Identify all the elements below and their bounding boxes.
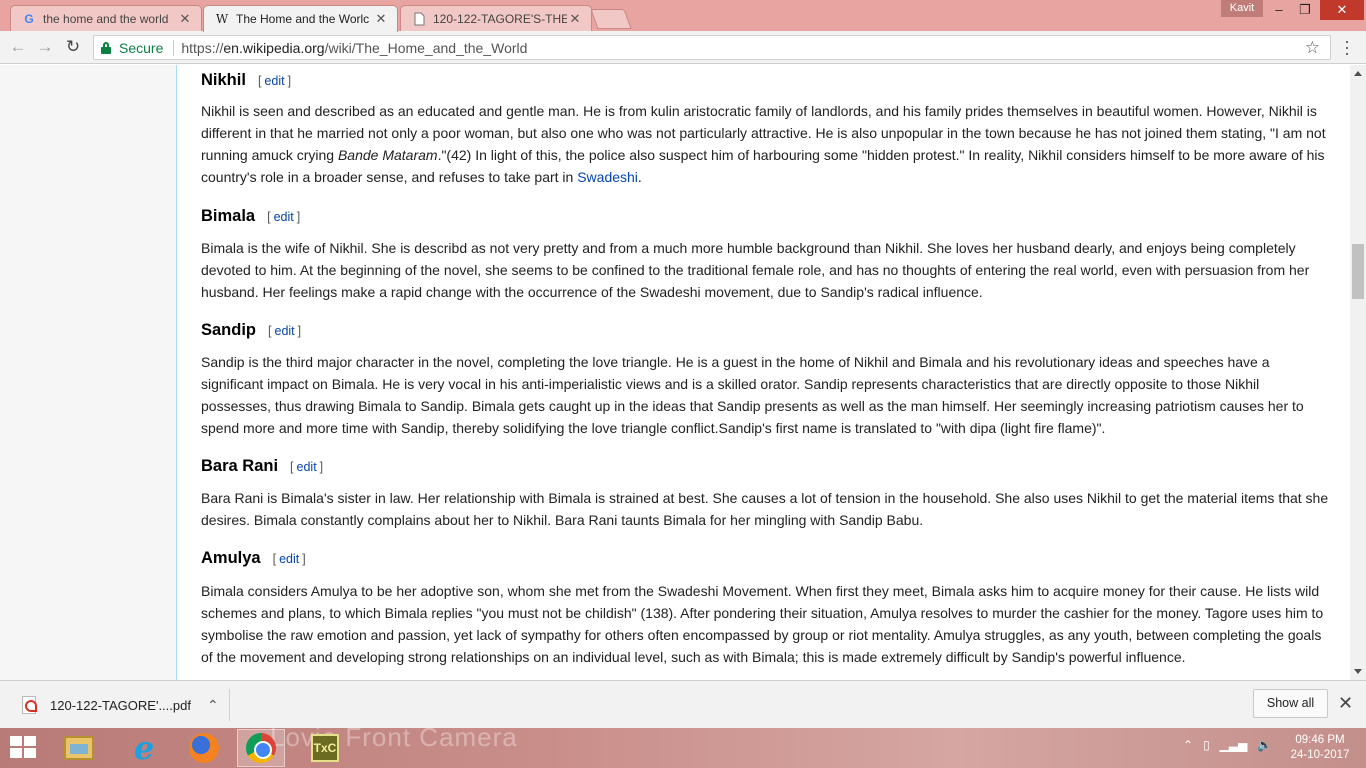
chevron-up-icon[interactable]: ⌃ [207,697,219,714]
close-window-icon[interactable]: ✕ [1320,0,1364,20]
close-tab-icon[interactable]: ✕ [373,11,389,27]
back-arrow-icon[interactable]: ← [7,37,29,59]
file-explorer-icon[interactable] [55,729,103,767]
edit-link[interactable]: [edit] [258,74,291,88]
edit-link[interactable]: [edit] [267,210,300,224]
swadeshi-link[interactable]: Swadeshi [577,169,638,185]
windows-taskbar: Lovie Front Camera e TxC ⌃ ▯ ▁▃▅ 🔈 09:46… [0,722,1366,768]
document-icon [411,11,427,27]
windows-start-icon[interactable] [10,736,38,760]
tab-pdf-document[interactable]: 120-122-TAGORE'S-THE- ✕ [400,5,592,31]
signal-icon[interactable]: ▁▃▅ [1220,738,1248,752]
pdf-file-icon [22,696,37,714]
edit-link[interactable]: [edit] [290,460,323,474]
scrollbar-thumb[interactable] [1352,244,1364,299]
tab-title: The Home and the Worlc [236,12,370,26]
internet-explorer-icon[interactable]: e [120,729,168,767]
lock-icon[interactable] [101,41,111,54]
close-download-shelf-icon[interactable]: ✕ [1338,693,1353,714]
menu-dots-icon[interactable]: · · · [1343,32,1351,62]
chrome-icon[interactable] [237,729,285,767]
browser-titlebar: G the home and the world ✕ W The Home an… [0,0,1366,32]
edit-link[interactable]: [edit] [268,324,301,338]
section-heading-bara-rani: Bara Rani[edit] [201,457,324,475]
url-text[interactable]: https://en.wikipedia.org/wiki/The_Home_a… [181,40,527,56]
close-tab-icon[interactable]: ✕ [177,11,193,27]
scroll-down-arrow-icon[interactable] [1354,669,1362,674]
url-separator [173,39,175,56]
scroll-up-arrow-icon[interactable] [1354,71,1362,76]
volume-icon[interactable]: 🔈 [1257,738,1272,752]
restore-icon[interactable]: ❐ [1290,0,1320,20]
show-all-button[interactable]: Show all [1253,689,1328,718]
browser-toolbar: ← → ↻ Secure https://en.wikipedia.org/wi… [0,31,1366,64]
paragraph-nikhil: Nikhil is seen and described as an educa… [201,103,1326,185]
paragraph-bara-rani: Bara Rani is Bimala's sister in law. Her… [201,490,1329,528]
edit-link[interactable]: [edit] [273,552,306,566]
battery-icon[interactable]: ▯ [1203,738,1210,752]
page-viewport: Nikhil[edit] Nikhil is seen and describe… [0,65,1350,680]
paragraph-amulya: Bimala considers Amulya to be her adopti… [201,583,1324,665]
vertical-scrollbar[interactable] [1350,65,1366,680]
download-file-name[interactable]: 120-122-TAGORE'....pdf [50,698,191,713]
tab-title: the home and the world [43,11,169,26]
tab-title: 120-122-TAGORE'S-THE- [433,11,567,26]
article-content: Nikhil[edit] Nikhil is seen and describe… [176,65,1350,680]
clock-date: 24-10-2017 [1290,749,1350,761]
section-heading-sandip: Sandip[edit] [201,321,302,339]
paragraph-bimala: Bimala is the wife of Nikhil. She is des… [201,240,1310,300]
reload-icon[interactable]: ↻ [62,37,84,59]
firefox-icon[interactable] [180,729,228,767]
section-heading-nikhil: Nikhil[edit] [201,71,292,89]
tab-google-search[interactable]: G the home and the world ✕ [10,5,202,31]
txc-icon[interactable]: TxC [301,729,349,767]
new-tab-button[interactable] [590,9,632,29]
show-hidden-icons-chevron-icon[interactable]: ⌃ [1183,738,1193,752]
profile-name-badge[interactable]: Kavit [1221,0,1263,17]
address-bar[interactable]: Secure https://en.wikipedia.org/wiki/The… [93,35,1331,60]
system-tray: ⌃ ▯ ▁▃▅ 🔈 [1183,738,1272,752]
clock-time: 09:46 PM [1295,734,1345,746]
download-item[interactable]: 120-122-TAGORE'....pdf ⌃ [14,689,230,721]
forward-arrow-icon[interactable]: → [34,37,56,59]
section-heading-bimala: Bimala[edit] [201,207,301,225]
secure-label[interactable]: Secure [119,40,163,56]
wikipedia-icon: W [215,12,229,26]
system-clock[interactable]: 09:46 PM 24-10-2017 [1290,733,1350,763]
google-icon: G [24,11,34,26]
tab-wikipedia[interactable]: W The Home and the Worlc ✕ [203,5,398,32]
section-heading-amulya: Amulya[edit] [201,549,306,567]
close-tab-icon[interactable]: ✕ [567,11,583,27]
paragraph-sandip: Sandip is the third major character in t… [201,354,1304,436]
download-shelf: 120-122-TAGORE'....pdf ⌃ Show all ✕ [0,680,1366,728]
bookmark-star-icon[interactable]: ☆ [1305,38,1320,58]
